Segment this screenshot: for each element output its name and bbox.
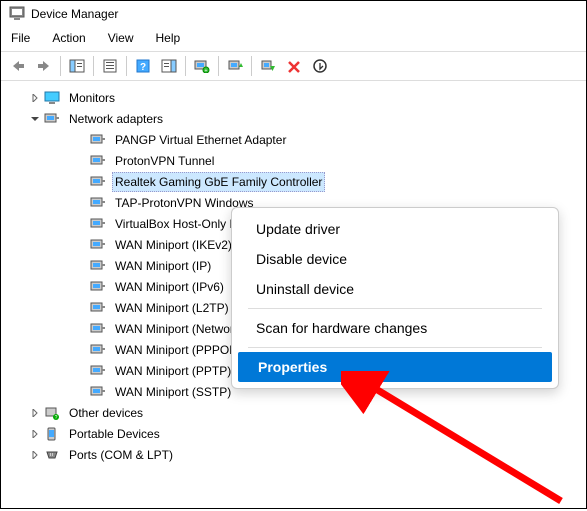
tree-label: WAN Miniport (L2TP) [112,298,232,318]
disable-device-button[interactable] [255,54,281,78]
chevron-down-icon[interactable] [29,113,41,125]
scan-hardware-button[interactable]: + [189,54,215,78]
tree-spacer: · [75,386,87,398]
tree-spacer: · [75,155,87,167]
tree-spacer: · [75,218,87,230]
chevron-right-icon[interactable] [29,428,41,440]
context-properties[interactable]: Properties [238,352,552,382]
tree-item-portable-devices[interactable]: Portable Devices [19,423,582,444]
tree-spacer: · [75,260,87,272]
tree-spacer: · [75,281,87,293]
toolbar-separator [185,56,186,76]
tree-label: WAN Miniport (PPTP) [112,361,234,381]
app-icon [9,6,25,22]
svg-text:?: ? [55,415,58,420]
tree-item-ports[interactable]: Ports (COM & LPT) [19,444,582,465]
back-button[interactable] [5,54,31,78]
context-menu: Update driver Disable device Uninstall d… [231,207,559,389]
menu-file[interactable]: File [7,29,34,47]
context-disable-device[interactable]: Disable device [236,244,554,274]
network-adapter-icon [89,132,107,148]
tree-spacer: · [75,344,87,356]
context-scan-hardware[interactable]: Scan for hardware changes [236,313,554,343]
svg-text:?: ? [140,62,146,73]
toolbar-separator [60,56,61,76]
portable-devices-icon [43,426,61,442]
network-adapter-icon [89,384,107,400]
window-title: Device Manager [31,7,118,21]
network-adapter-icon [43,111,61,127]
tree-label: WAN Miniport (IKEv2) [112,235,235,255]
tree-item-adapter[interactable]: · PANGP Virtual Ethernet Adapter [19,129,582,150]
network-adapter-icon [89,237,107,253]
tree-spacer: · [75,197,87,209]
tree-label: VirtualBox Host-Only Eth [112,214,251,234]
tree-label: WAN Miniport (SSTP) [112,382,234,402]
network-adapter-icon [89,258,107,274]
show-hide-console-tree-button[interactable] [64,54,90,78]
tree-label: Other devices [66,403,146,423]
network-adapter-icon [89,195,107,211]
svg-text:+: + [205,68,208,73]
network-adapter-icon [89,300,107,316]
menu-view[interactable]: View [104,29,138,47]
tree-label: Ports (COM & LPT) [66,445,176,465]
menu-action[interactable]: Action [48,29,89,47]
forward-button[interactable] [31,54,57,78]
titlebar: Device Manager [1,1,586,27]
tree-item-adapter[interactable]: · ProtonVPN Tunnel [19,150,582,171]
menu-help[interactable]: Help [152,29,185,47]
toolbar: ? + [1,51,586,81]
tree-label: WAN Miniport (PPPOE) [112,340,244,360]
tree-spacer: · [75,134,87,146]
tree-label: PANGP Virtual Ethernet Adapter [112,130,289,150]
tree-label: WAN Miniport (Network [112,319,243,339]
tree-spacer: · [75,323,87,335]
network-adapter-icon [89,153,107,169]
toolbar-separator [93,56,94,76]
uninstall-device-button[interactable] [281,54,307,78]
tree-label: Monitors [66,88,118,108]
context-update-driver[interactable]: Update driver [236,214,554,244]
tree-label: Network adapters [66,109,166,129]
toolbar-separator [251,56,252,76]
network-adapter-icon [89,279,107,295]
context-uninstall-device[interactable]: Uninstall device [236,274,554,304]
tree-item-monitors[interactable]: Monitors [19,87,582,108]
tree-label: ProtonVPN Tunnel [112,151,217,171]
properties-button[interactable] [97,54,123,78]
tree-item-adapter[interactable]: · Realtek Gaming GbE Family Controller [19,171,582,192]
tree-item-network-adapters[interactable]: Network adapters [19,108,582,129]
other-devices-icon: ? [43,405,61,421]
context-separator [248,347,542,348]
tree-item-other-devices[interactable]: ? Other devices [19,402,582,423]
ports-icon [43,447,61,463]
network-adapter-icon [89,321,107,337]
update-driver-button[interactable] [222,54,248,78]
tree-label: WAN Miniport (IPv6) [112,277,227,297]
tree-label: WAN Miniport (IP) [112,256,214,276]
network-adapter-icon [89,363,107,379]
toolbar-separator [126,56,127,76]
network-adapter-icon [89,216,107,232]
context-separator [248,308,542,309]
tree-spacer: · [75,302,87,314]
tree-label: Portable Devices [66,424,163,444]
tree-spacer: · [75,365,87,377]
menubar: File Action View Help [1,27,586,51]
help-button[interactable]: ? [130,54,156,78]
tree-label: Realtek Gaming GbE Family Controller [112,172,325,192]
network-adapter-icon [89,174,107,190]
toolbar-separator [218,56,219,76]
tree-spacer: · [75,176,87,188]
chevron-right-icon[interactable] [29,407,41,419]
chevron-right-icon[interactable] [29,449,41,461]
add-legacy-hardware-button[interactable] [307,54,333,78]
monitor-icon [43,90,61,106]
action-pane-button[interactable] [156,54,182,78]
chevron-right-icon[interactable] [29,92,41,104]
network-adapter-icon [89,342,107,358]
tree-spacer: · [75,239,87,251]
